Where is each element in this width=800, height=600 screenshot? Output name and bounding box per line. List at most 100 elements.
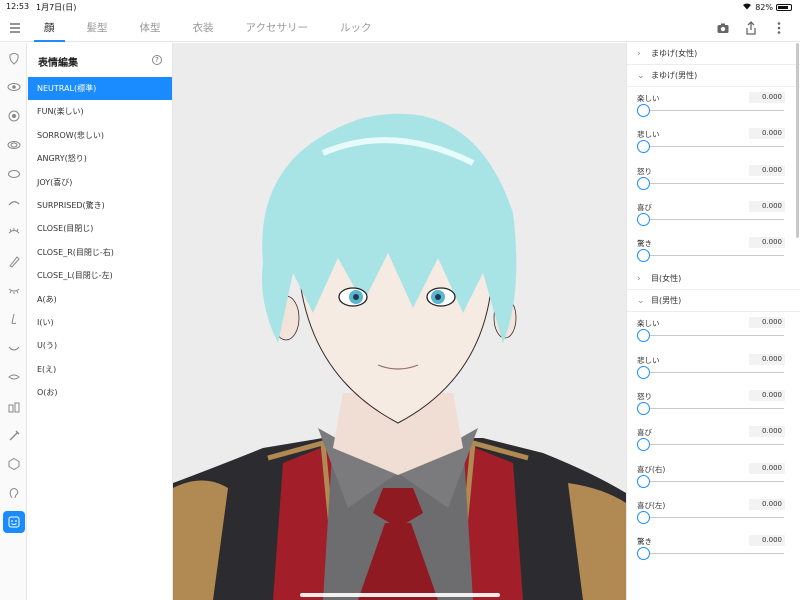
- slider-knob[interactable]: [637, 510, 650, 524]
- slider-track[interactable]: [643, 255, 784, 257]
- tab-3[interactable]: 衣装: [187, 14, 220, 42]
- home-indicator[interactable]: [300, 593, 500, 597]
- section-header[interactable]: ⌄ まゆげ(男性): [627, 65, 800, 87]
- rail-item-3[interactable]: [0, 130, 27, 159]
- slider-value-field[interactable]: 0.000: [749, 128, 785, 140]
- slider-track[interactable]: [643, 408, 784, 410]
- section-label: 目(女性): [651, 274, 682, 284]
- slider-track[interactable]: [643, 110, 784, 111]
- rail-item-8[interactable]: [0, 275, 27, 304]
- tab-2[interactable]: 体型: [134, 14, 167, 42]
- slider-track[interactable]: [643, 335, 784, 337]
- rail-item-6[interactable]: [0, 217, 27, 246]
- rail-item-10[interactable]: [0, 333, 27, 362]
- section-header[interactable]: › 目(女性): [627, 268, 800, 291]
- slider-label: 喜び(左): [637, 500, 666, 510]
- status-bar: 12:53 1月7日(日) 82%: [0, 0, 800, 14]
- slider-value-field[interactable]: 0.000: [749, 535, 785, 547]
- rail-item-5[interactable]: [0, 188, 27, 217]
- rail-item-11[interactable]: [0, 362, 27, 391]
- slider-value-field[interactable]: 0.000: [749, 426, 785, 438]
- pipette-icon: [9, 430, 19, 440]
- slider-value-field[interactable]: 0.000: [749, 164, 785, 176]
- chevron-down-icon: ⌄: [637, 296, 645, 307]
- hamburger-menu-icon[interactable]: [8, 20, 22, 34]
- rail-item-2[interactable]: [0, 101, 27, 130]
- expression-item[interactable]: JOY(喜び): [28, 171, 172, 194]
- expression-item[interactable]: O(お): [28, 381, 172, 404]
- slider-knob[interactable]: [637, 547, 650, 561]
- slider-label: 怒り: [637, 166, 652, 176]
- tab-0[interactable]: 顔: [34, 14, 64, 42]
- rail-item-16[interactable]: [0, 507, 27, 536]
- nose-icon: [10, 313, 16, 324]
- scrollbar[interactable]: [796, 43, 799, 238]
- expression-item[interactable]: E(え): [28, 358, 172, 381]
- slider-value-field[interactable]: 0.000: [749, 353, 785, 365]
- slider-sections: › まゆげ(女性) ⌄ まゆげ(男性) 楽しい 0.000 悲しい 0.000 怒り 0.000 喜…: [627, 43, 800, 567]
- slider-track[interactable]: [643, 553, 784, 555]
- expression-item[interactable]: CLOSE_L(目閉じ-左): [28, 264, 172, 287]
- rail-item-4[interactable]: [0, 159, 27, 188]
- rail-item-14[interactable]: [0, 449, 27, 478]
- slider-value-field[interactable]: 0.000: [749, 390, 785, 402]
- expression-item[interactable]: ANGRY(怒り): [28, 147, 172, 170]
- slider-value-field[interactable]: 0.000: [749, 498, 785, 510]
- slider-track[interactable]: [643, 182, 784, 184]
- expression-item[interactable]: CLOSE_R(目閉じ-右): [28, 241, 172, 264]
- slider-knob[interactable]: [637, 176, 650, 190]
- slider-track[interactable]: [643, 218, 784, 220]
- expression-item[interactable]: CLOSE(目閉じ): [28, 217, 172, 240]
- avatar-viewport[interactable]: [173, 43, 626, 600]
- slider-value-field[interactable]: 0.000: [749, 237, 785, 249]
- section-header[interactable]: ⌄ 目(男性): [627, 290, 800, 313]
- rail-item-13[interactable]: [0, 420, 27, 449]
- slider-row: 驚き 0.000: [627, 232, 800, 268]
- slider-value-field[interactable]: 0.000: [749, 92, 785, 103]
- rail-item-0[interactable]: [0, 43, 27, 72]
- rail-item-12[interactable]: [0, 391, 27, 420]
- slider-track[interactable]: [643, 146, 784, 148]
- rail-item-7[interactable]: [0, 246, 27, 275]
- camera-icon[interactable]: [716, 20, 730, 34]
- slider-value-field[interactable]: 0.000: [749, 462, 785, 474]
- tab-4[interactable]: アクセサリー: [240, 14, 314, 42]
- expression-item[interactable]: U(う): [28, 334, 172, 357]
- section-label: まゆげ(男性): [651, 71, 698, 80]
- slider-knob[interactable]: [637, 402, 650, 416]
- rail-item-1[interactable]: [0, 72, 27, 101]
- slider-knob[interactable]: [637, 104, 650, 117]
- share-icon[interactable]: [744, 20, 758, 35]
- slider-knob[interactable]: [637, 249, 650, 263]
- slider-knob[interactable]: [637, 140, 650, 154]
- slider-value-field[interactable]: 0.000: [749, 200, 785, 212]
- more-options-icon[interactable]: [772, 20, 786, 34]
- rail-item-15[interactable]: [0, 478, 27, 507]
- expression-item[interactable]: SURPRISED(驚き): [28, 194, 172, 217]
- slider-track[interactable]: [643, 444, 784, 446]
- battery-icon: [776, 3, 792, 11]
- chevron-right-icon: ›: [637, 49, 641, 59]
- section-header[interactable]: › まゆげ(女性): [627, 43, 800, 65]
- rail-item-9[interactable]: [0, 304, 27, 333]
- slider-track[interactable]: [643, 480, 784, 482]
- rail-active-box: [2, 510, 25, 533]
- slider-knob[interactable]: [637, 474, 650, 488]
- slider-track[interactable]: [643, 516, 784, 518]
- tab-1[interactable]: 髪型: [81, 14, 114, 42]
- slider-knob[interactable]: [637, 365, 650, 379]
- slider-knob[interactable]: [637, 438, 650, 452]
- slider-value-field[interactable]: 0.000: [749, 317, 785, 329]
- brush-icon: [8, 255, 20, 268]
- slider-knob[interactable]: [637, 329, 650, 343]
- slider-track[interactable]: [643, 371, 784, 373]
- expression-item[interactable]: NEUTRAL(標準): [28, 77, 172, 101]
- help-icon[interactable]: ?: [152, 55, 162, 65]
- expression-item[interactable]: I(い): [28, 311, 172, 334]
- expression-item[interactable]: FUN(楽しい): [28, 100, 172, 123]
- expression-item[interactable]: A(あ): [28, 288, 172, 311]
- expression-item[interactable]: SORROW(悲しい): [28, 124, 172, 147]
- slider-knob[interactable]: [637, 212, 650, 226]
- status-date: 1月7日(日): [36, 3, 77, 12]
- tab-5[interactable]: ルック: [334, 14, 378, 42]
